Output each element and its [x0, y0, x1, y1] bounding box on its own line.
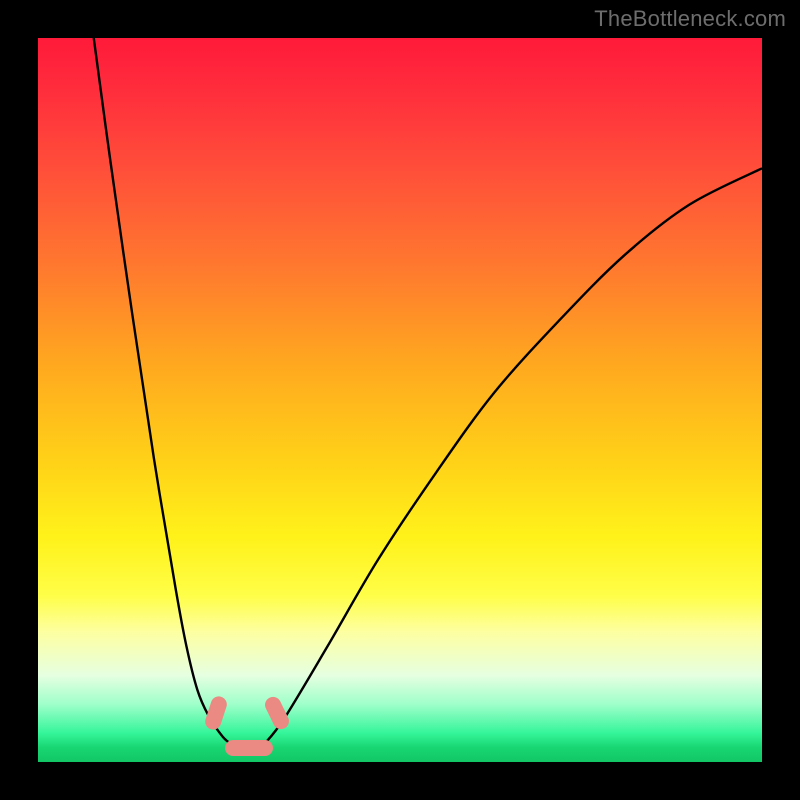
- curve-path: [94, 38, 762, 748]
- chart-frame: TheBottleneck.com: [0, 0, 800, 800]
- watermark-text: TheBottleneck.com: [594, 6, 786, 32]
- marker-bottom-bar: [225, 740, 273, 756]
- bottleneck-curve: [38, 38, 762, 762]
- plot-area: [38, 38, 762, 762]
